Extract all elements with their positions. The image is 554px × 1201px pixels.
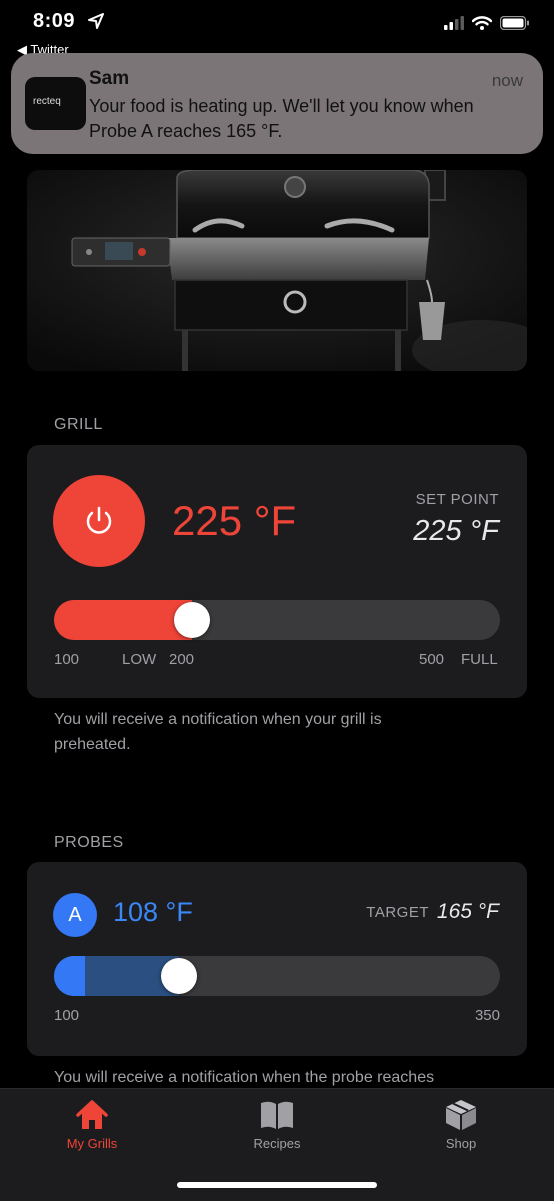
home-icon (76, 1100, 108, 1129)
probe-a-badge: A (53, 893, 97, 937)
battery-icon (500, 16, 529, 30)
probe-current-temp: 108 °F (113, 897, 193, 927)
grill-slider-fill (54, 600, 193, 640)
tab-shop[interactable]: Shop (401, 1099, 521, 1151)
probe-card: A 108 °F TARGET 165 °F 100 350 (27, 862, 527, 1056)
grill-illustration (27, 170, 527, 371)
app-icon-logo-text: recteq (33, 96, 61, 107)
grill-temp-slider[interactable] (54, 600, 500, 640)
grill-card: 225 °F SET POINT 225 °F 100 LOW 200 500 … (27, 445, 527, 698)
grill-info-text: You will receive a notification when you… (54, 711, 382, 753)
power-button[interactable] (53, 475, 145, 567)
cellular-signal-icon (444, 16, 464, 30)
status-bar: 8:09 (0, 0, 554, 44)
notification-time: now (491, 71, 523, 90)
grill-section-label: GRILL (54, 416, 103, 433)
grill-full-label: FULL (461, 651, 498, 668)
box-icon (446, 1100, 476, 1130)
notification-sender: Sam (89, 68, 130, 89)
location-arrow-icon (88, 13, 104, 29)
probe-current-fill (54, 956, 86, 996)
probes-section-label: PROBES (54, 834, 124, 851)
tab-shop-label: Shop (445, 1136, 477, 1151)
setpoint-label: SET POINT (415, 491, 499, 508)
tab-my-grills-label: My Grills (66, 1136, 118, 1151)
status-indicators (444, 16, 530, 30)
grill-photo (27, 170, 527, 371)
book-icon (261, 1101, 293, 1129)
status-time: 8:09 (33, 10, 76, 32)
setpoint-value[interactable]: 225 °F (413, 515, 499, 548)
grill-slider-thumb[interactable] (174, 602, 211, 638)
grill-current-temp: 225 °F (172, 497, 297, 544)
wifi-icon (472, 16, 492, 30)
probe-max-label: 350 (474, 1007, 500, 1024)
home-indicator[interactable] (177, 1182, 377, 1188)
probe-target-label: TARGET (366, 904, 429, 921)
probe-target-value[interactable]: 165 °F (437, 900, 499, 924)
probe-min-label: 100 (54, 1007, 80, 1024)
grill-max-label: 500 (419, 651, 445, 668)
grill-low-label: LOW (122, 651, 157, 668)
notification-message: Your food is heating up. We'll let you k… (89, 96, 474, 141)
tab-recipes-label: Recipes (253, 1136, 301, 1151)
probe-slider-thumb[interactable] (160, 958, 197, 994)
recteq-app-icon: recteq (25, 77, 86, 130)
probe-info-text: You will receive a notification when the… (54, 1069, 435, 1086)
tab-my-grills[interactable]: My Grills (32, 1099, 152, 1151)
tab-recipes[interactable]: Recipes (217, 1099, 337, 1151)
notification-banner[interactable]: recteq Sam now Your food is heating up. … (11, 53, 543, 154)
power-icon (86, 506, 112, 534)
grill-low-value-label: 200 (169, 651, 195, 668)
probe-temp-slider[interactable] (54, 956, 500, 996)
grill-min-label: 100 (54, 651, 80, 668)
